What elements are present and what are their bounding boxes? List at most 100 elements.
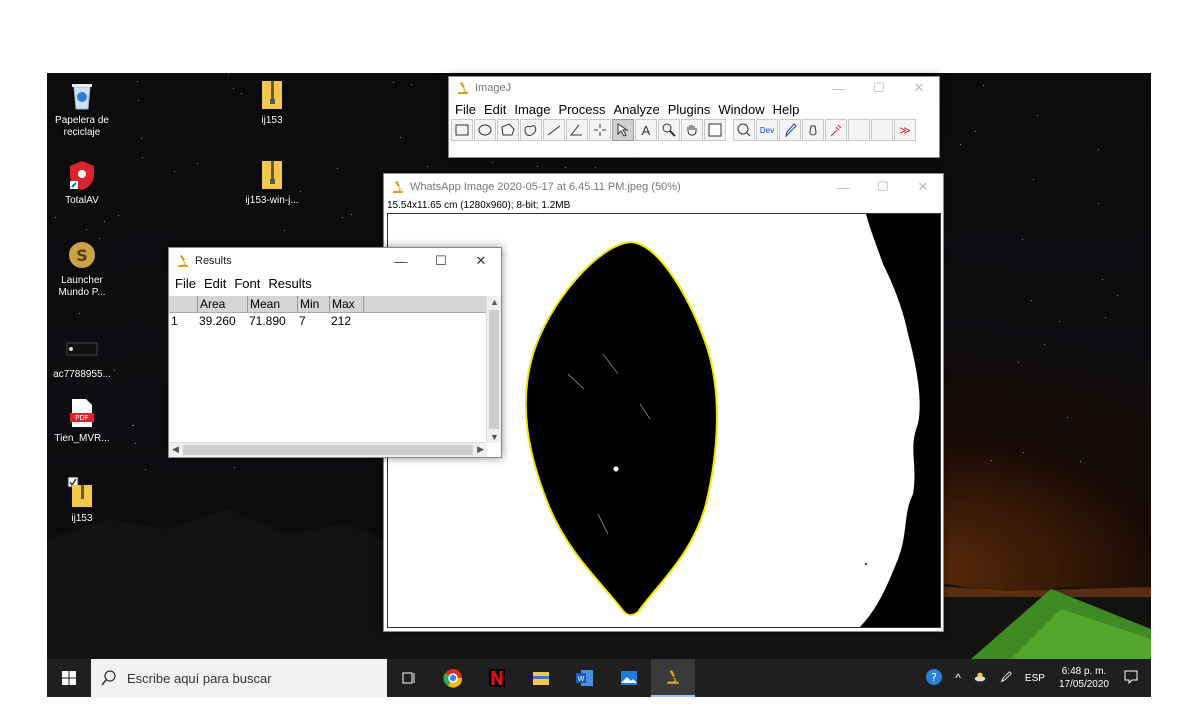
blank-tool-slot[interactable]: [848, 119, 870, 141]
imagej-titlebar[interactable]: ImageJ — ☐ ✕: [449, 77, 939, 99]
point-tool-icon[interactable]: [589, 119, 611, 141]
cell-max: 212: [331, 314, 352, 328]
column-header-mean[interactable]: Mean: [247, 296, 297, 312]
minimize-button[interactable]: —: [823, 174, 863, 200]
scrollbar-thumb[interactable]: [489, 310, 499, 429]
desktop-icon-ij153-folder[interactable]: ij153: [47, 476, 117, 525]
star: [141, 157, 143, 159]
window-title: WhatsApp Image 2020-05-17 at 6.45.11 PM.…: [410, 181, 681, 193]
close-button[interactable]: ✕: [461, 248, 501, 274]
star: [1080, 460, 1082, 462]
oval-tool-icon[interactable]: [474, 119, 496, 141]
horizontal-scrollbar[interactable]: ◀ ▶: [169, 442, 487, 457]
language-indicator[interactable]: ESP: [1025, 673, 1045, 684]
freehand-tool-icon[interactable]: [520, 119, 542, 141]
desktop-icon-ij153-win-zip[interactable]: ij153-win-j...: [237, 159, 307, 207]
star: [1098, 148, 1100, 150]
chevron-up-icon[interactable]: ^: [955, 671, 961, 685]
star: [85, 228, 87, 230]
more-tools-icon[interactable]: ≫: [894, 119, 916, 141]
rectangle-tool-icon[interactable]: [451, 119, 473, 141]
start-button[interactable]: [47, 659, 91, 697]
notification-icon[interactable]: [1123, 669, 1139, 688]
magnifier-tool-icon[interactable]: [658, 119, 680, 141]
desktop-icon-totalav[interactable]: TotalAV: [47, 159, 117, 207]
close-button[interactable]: ✕: [899, 75, 939, 101]
column-header-max[interactable]: Max: [329, 296, 363, 312]
scroll-down-icon[interactable]: ▼: [490, 432, 499, 442]
file-explorer-icon: [533, 672, 549, 685]
dropper-tool-icon[interactable]: [825, 119, 847, 141]
dev-tool-icon[interactable]: Dev: [756, 119, 778, 141]
angle-tool-icon[interactable]: [566, 119, 588, 141]
menu-help[interactable]: Help: [773, 102, 800, 117]
star: [174, 170, 176, 172]
clock-time: 6:48 p. m.: [1061, 666, 1107, 677]
star: [234, 467, 236, 469]
maximize-button[interactable]: ☐: [859, 75, 899, 101]
menu-results[interactable]: Results: [268, 276, 311, 291]
pen-icon[interactable]: [999, 670, 1013, 687]
star: [134, 443, 136, 445]
paintbrush-tool-icon[interactable]: [802, 119, 824, 141]
menu-edit[interactable]: Edit: [484, 102, 506, 117]
blank-tool-slot[interactable]: [871, 119, 893, 141]
zoom-tool-icon[interactable]: [733, 119, 755, 141]
menu-plugins[interactable]: Plugins: [668, 102, 711, 117]
scroll-right-icon[interactable]: ▶: [477, 444, 484, 455]
menu-process[interactable]: Process: [559, 102, 606, 117]
desktop-icon-launcher[interactable]: S Launcher Mundo P...: [47, 239, 117, 299]
clock[interactable]: 6:48 p. m. 17/05/2020: [1059, 665, 1109, 691]
taskbar-app-word[interactable]: W: [563, 659, 607, 697]
line-tool-icon[interactable]: [543, 119, 565, 141]
menu-analyze[interactable]: Analyze: [613, 102, 659, 117]
column-header-area[interactable]: Area: [197, 296, 247, 312]
menu-edit[interactable]: Edit: [204, 276, 226, 291]
menu-file[interactable]: File: [175, 276, 196, 291]
column-header-index[interactable]: [169, 296, 197, 312]
menu-file[interactable]: File: [455, 102, 476, 117]
close-button[interactable]: ✕: [903, 174, 943, 200]
task-view-button[interactable]: [387, 659, 431, 697]
cloud-user-icon[interactable]: [973, 670, 987, 687]
scroll-up-icon[interactable]: ▲: [490, 297, 499, 307]
color-picker-tool-icon[interactable]: [704, 119, 726, 141]
text-tool-icon[interactable]: A: [635, 119, 657, 141]
taskbar-app-imagej[interactable]: [651, 659, 695, 697]
menu-image[interactable]: Image: [514, 102, 550, 117]
menu-font[interactable]: Font: [234, 276, 260, 291]
desktop-icon-pdf[interactable]: PDF Tien_MVR...: [47, 397, 117, 445]
polygon-tool-icon[interactable]: [497, 119, 519, 141]
star: [537, 166, 539, 168]
results-titlebar[interactable]: Results — ☐ ✕: [169, 248, 501, 274]
scroll-hand-tool-icon[interactable]: [681, 119, 703, 141]
menu-window[interactable]: Window: [718, 102, 764, 117]
wand-tool-icon[interactable]: [612, 119, 634, 141]
star: [337, 167, 339, 169]
desktop-icon-ac7788955[interactable]: ac7788955...: [47, 333, 117, 381]
minimize-button[interactable]: —: [819, 75, 859, 101]
svg-text:PDF: PDF: [75, 414, 89, 422]
vertical-scrollbar[interactable]: ▲ ▼: [486, 296, 501, 443]
scroll-left-icon[interactable]: ◀: [172, 444, 179, 455]
desktop-icon-recycle-bin[interactable]: Papelera de reciclaje: [47, 79, 117, 139]
taskbar-app-chrome[interactable]: [431, 659, 475, 697]
column-header-min[interactable]: Min: [297, 296, 329, 312]
pencil-tool-icon[interactable]: [779, 119, 801, 141]
taskbar-app-file-explorer[interactable]: [519, 659, 563, 697]
minimize-button[interactable]: —: [381, 248, 421, 274]
maximize-button[interactable]: ☐: [863, 174, 903, 200]
taskbar-app-netflix[interactable]: [475, 659, 519, 697]
image-window-titlebar[interactable]: WhatsApp Image 2020-05-17 at 6.45.11 PM.…: [384, 174, 943, 200]
table-row[interactable]: 1 39.260 71.890 7 212: [169, 313, 501, 329]
star: [341, 216, 343, 218]
taskbar-app-photos[interactable]: [607, 659, 651, 697]
maximize-button[interactable]: ☐: [421, 248, 461, 274]
desktop-icon-ij153-zip[interactable]: ij153: [237, 79, 307, 127]
desktop-icon-label: Papelera de reciclaje: [55, 115, 109, 138]
taskbar-search-box[interactable]: Escribe aquí para buscar: [91, 659, 387, 697]
scrollbar-thumb[interactable]: [183, 445, 473, 455]
help-icon[interactable]: ?: [925, 668, 943, 689]
star: [1102, 278, 1104, 280]
windows-logo-icon: [62, 671, 76, 685]
